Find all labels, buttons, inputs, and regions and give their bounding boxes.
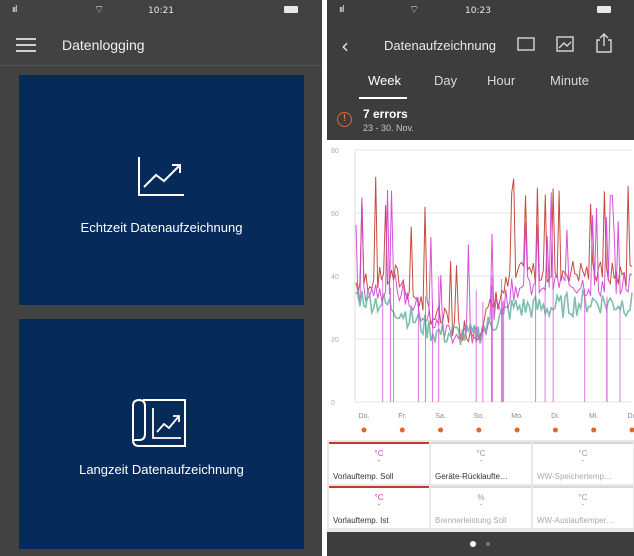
sensor-card[interactable]: °C - Vorlauftemp. Soll: [329, 442, 429, 484]
active-tab-indicator: [359, 97, 407, 99]
card-label: WW-Auslauftemper…: [537, 516, 615, 525]
x-tick-label: Do: [628, 413, 634, 420]
page-title: Datenlogging: [62, 37, 145, 53]
error-marker: [514, 427, 520, 433]
share-icon[interactable]: [595, 32, 613, 54]
signal-icon: ııl: [12, 5, 17, 15]
card-value: -: [377, 500, 381, 509]
page-dot-active[interactable]: [470, 541, 476, 547]
sensor-card[interactable]: °C - Vorlauftemp. Ist: [329, 486, 429, 528]
card-value: -: [377, 456, 381, 465]
fullscreen-icon[interactable]: [516, 36, 536, 52]
card-label: Brennerleistung Soll: [435, 516, 507, 525]
tab-hour[interactable]: Hour: [487, 73, 515, 88]
tile-label: Echtzeit Datenaufzeichnung: [80, 220, 243, 235]
wifi-icon: ⌔: [94, 3, 105, 16]
x-tick-label: So.: [474, 413, 485, 420]
status-bar: ııl ⌔ 10:23: [327, 0, 634, 22]
error-marker: [591, 427, 597, 433]
card-value: -: [581, 500, 585, 509]
y-tick-label: 40: [331, 274, 339, 281]
sensor-card[interactable]: °C - Geräte-Rücklaufte…: [431, 442, 531, 484]
tab-minute[interactable]: Minute: [550, 73, 589, 88]
menu-icon[interactable]: [16, 38, 36, 52]
app-header: Datenlogging: [0, 22, 322, 66]
back-icon[interactable]: ‹: [341, 34, 349, 58]
longterm-logging-tile[interactable]: Langzeit Datenaufzeichnung: [19, 319, 304, 549]
left-screen: ııl ⌔ 10:21 Datenlogging Echtzeit Datena…: [0, 0, 322, 556]
scroll-chart-icon: [132, 399, 186, 447]
page-indicator: [327, 534, 634, 556]
errors-count: 7 errors: [363, 107, 408, 121]
x-tick-label: Mi.: [589, 413, 598, 420]
card-label: Geräte-Rücklaufte…: [435, 472, 508, 481]
x-tick-label: Mo.: [511, 413, 523, 420]
temperature-chart[interactable]: 80 60 40 20 0 Do. Fr. Sa. So. Mo. Di. Mi. Do: [327, 140, 634, 440]
y-tick-label: 20: [331, 337, 339, 344]
card-label: Vorlauftemp. Soll: [333, 472, 394, 481]
realtime-logging-tile[interactable]: Echtzeit Datenaufzeichnung: [19, 75, 304, 305]
errors-date-range: 23 - 30. Nov.: [363, 123, 414, 133]
x-tick-label: Fr.: [398, 413, 406, 420]
sensor-cards: °C - Vorlauftemp. Soll °C - Geräte-Rückl…: [327, 440, 634, 532]
chart-canvas: 80 60 40 20 0 Do. Fr. Sa. So. Mo. Di. Mi. Do: [331, 148, 634, 433]
card-label: Vorlauftemp. Ist: [333, 516, 389, 525]
tile-label: Langzeit Datenaufzeichnung: [79, 462, 244, 477]
signal-icon: ııl: [339, 5, 344, 15]
error-marker: [476, 427, 482, 433]
y-tick-label: 80: [331, 148, 339, 155]
card-value: -: [479, 456, 483, 465]
card-label: WW-Speichertemp…: [537, 472, 612, 481]
error-marker: [552, 427, 558, 433]
line-chart-icon: [138, 157, 184, 196]
error-marker: [399, 427, 405, 433]
sensor-card[interactable]: % - Brennerleistung Soll: [431, 486, 531, 528]
y-tick-label: 0: [331, 400, 335, 407]
battery-icon: [282, 5, 298, 14]
time-range-tabs: Week Day Hour Minute: [327, 68, 634, 102]
errors-summary[interactable]: ! 7 errors 23 - 30. Nov.: [327, 103, 634, 139]
status-bar: ııl ⌔ 10:21: [0, 0, 322, 22]
sensor-card[interactable]: °C - WW-Auslauftemper…: [533, 486, 633, 528]
sensor-card[interactable]: °C - WW-Speichertemp…: [533, 442, 633, 484]
battery-icon: [595, 5, 611, 14]
card-value: -: [479, 500, 483, 509]
right-screen: ııl ⌔ 10:23 ‹ Datenaufzeichnung Week Day…: [327, 0, 634, 556]
x-tick-label: Di.: [551, 413, 560, 420]
app-header: ‹ Datenaufzeichnung: [327, 22, 634, 68]
error-marker: [361, 427, 367, 433]
x-tick-label: Do.: [359, 413, 370, 420]
page-dot[interactable]: [486, 542, 490, 546]
image-icon[interactable]: [555, 35, 575, 53]
tab-day[interactable]: Day: [434, 73, 457, 88]
page-title: Datenaufzeichnung: [384, 38, 497, 53]
error-marker: [629, 427, 634, 433]
y-tick-label: 60: [331, 211, 339, 218]
status-time: 10:23: [465, 6, 491, 16]
tab-week[interactable]: Week: [368, 73, 401, 88]
card-value: -: [581, 456, 585, 465]
x-tick-label: Sa.: [435, 413, 446, 420]
wifi-icon: ⌔: [409, 3, 420, 16]
warning-icon: !: [337, 112, 352, 127]
error-marker: [438, 427, 444, 433]
status-time: 10:21: [148, 6, 174, 16]
